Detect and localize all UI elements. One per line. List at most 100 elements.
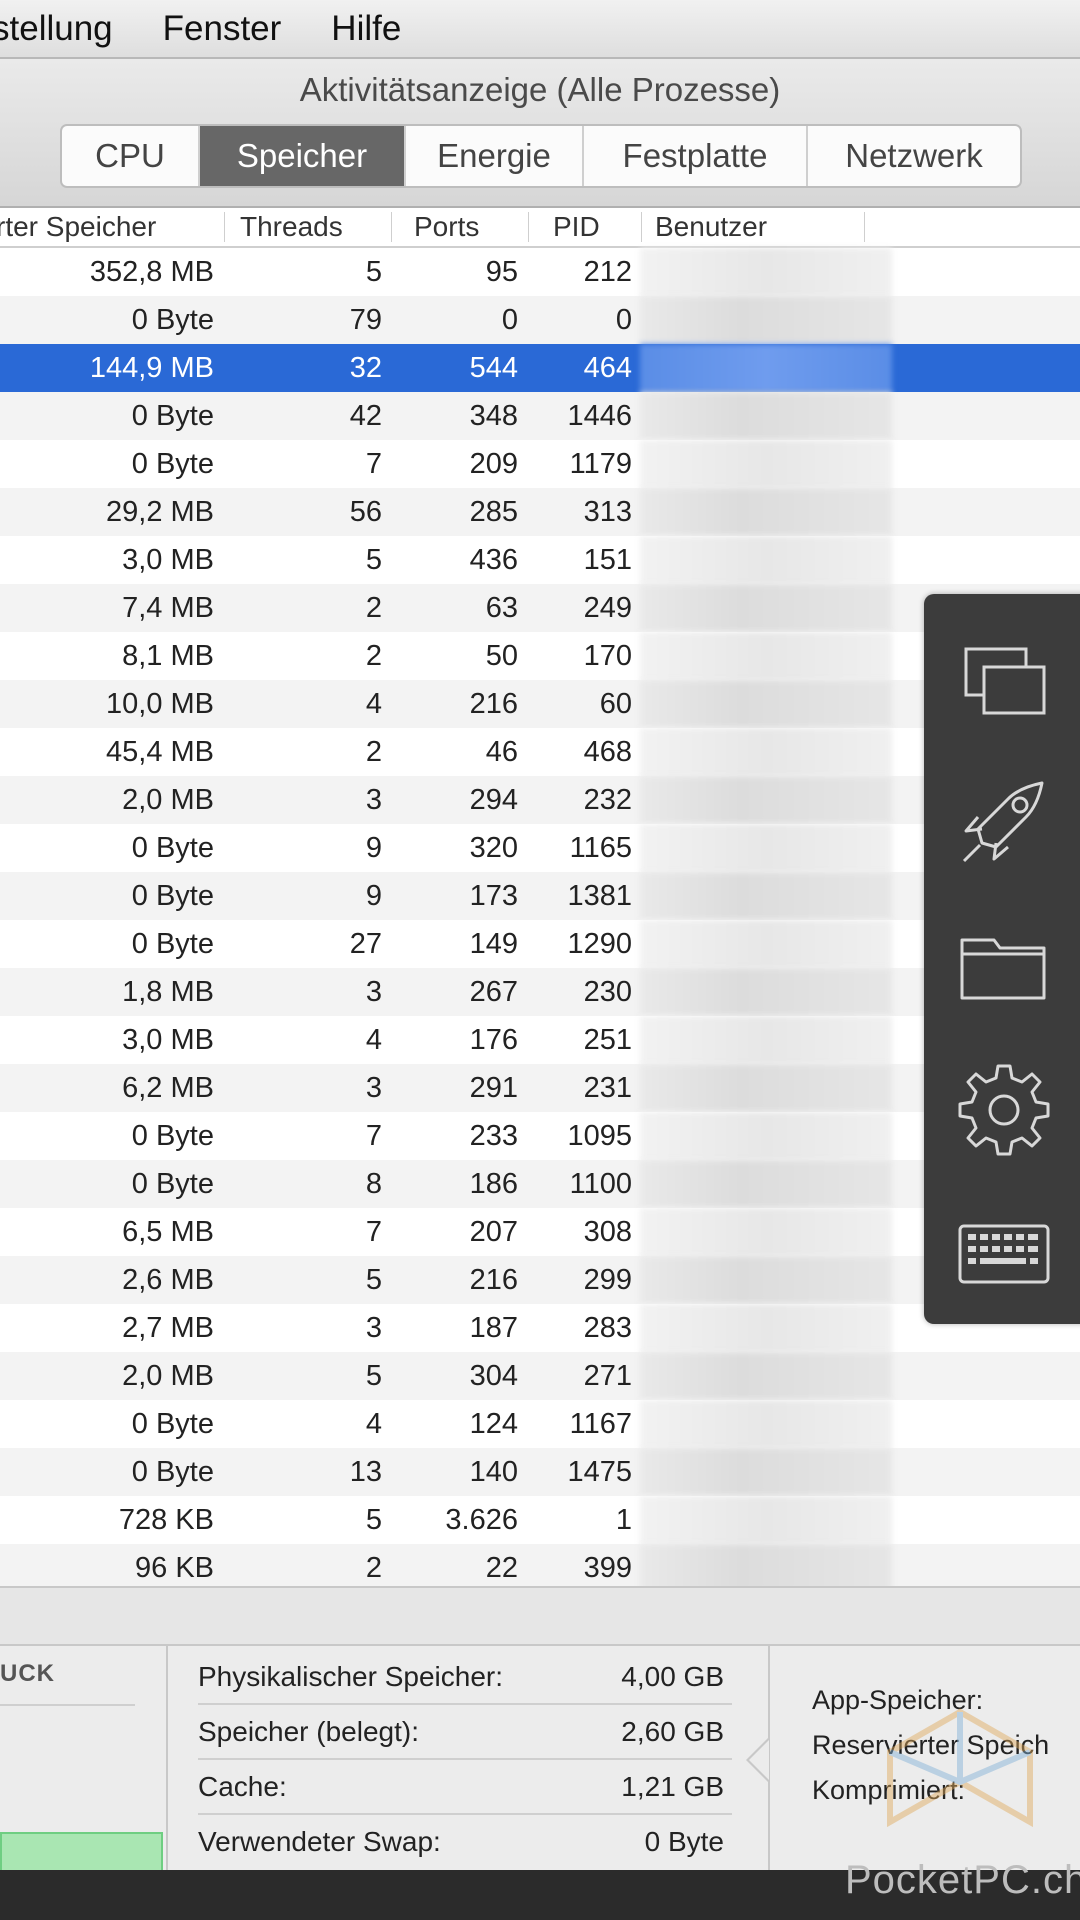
pid-cell: 308 (583, 1216, 632, 1248)
callout-arrow (749, 1740, 769, 1780)
pid-cell: 1290 (567, 928, 632, 960)
ports-cell: 216 (469, 688, 518, 720)
table-row[interactable]: 3,0 MB 5 436 151 (0, 536, 1080, 584)
user-cell-redacted (640, 344, 892, 392)
table-row[interactable]: 0 Byte 79 0 0 (0, 296, 1080, 344)
table-row[interactable]: 0 Byte 13 140 1475 (0, 1448, 1080, 1496)
memory-cell: 2,0 MB (122, 1360, 214, 1392)
table-row[interactable]: 6,5 MB 7 207 308 (0, 1208, 1080, 1256)
memory-stat-value: 0 Byte (644, 1826, 724, 1857)
memory-cell: 0 Byte (131, 400, 214, 432)
folder-icon[interactable] (952, 914, 1056, 1018)
table-row[interactable]: 0 Byte 8 186 1100 (0, 1160, 1080, 1208)
tab-speicher[interactable]: Speicher (200, 126, 406, 186)
ports-cell: 216 (469, 1264, 518, 1296)
column-separator[interactable] (224, 212, 225, 242)
ports-cell: 3.626 (445, 1504, 518, 1536)
keyboard-icon[interactable] (952, 1202, 1056, 1306)
table-row[interactable]: 0 Byte 9 173 1381 (0, 872, 1080, 920)
table-row[interactable]: 728 KB 5 3.626 1 (0, 1496, 1080, 1544)
pid-cell: 232 (583, 784, 632, 816)
memory-cell: 29,2 MB (106, 496, 214, 528)
table-row[interactable]: 3,0 MB 4 176 251 (0, 1016, 1080, 1064)
memory-stat-row: Speicher (belegt): 2,60 GB (198, 1705, 732, 1760)
pid-cell: 1 (615, 1504, 632, 1536)
table-row[interactable]: 10,0 MB 4 216 60 (0, 680, 1080, 728)
column-separator[interactable] (391, 212, 392, 242)
tab-energie[interactable]: Energie (406, 126, 584, 186)
table-row[interactable]: 7,4 MB 2 63 249 (0, 584, 1080, 632)
table-row[interactable]: 0 Byte 7 209 1179 (0, 440, 1080, 488)
column-header-ports[interactable]: Ports (414, 208, 479, 246)
column-header-memory[interactable]: rter Speicher (0, 208, 156, 246)
memory-stat-label: Cache: (198, 1771, 287, 1802)
table-row[interactable]: 6,2 MB 3 291 231 (0, 1064, 1080, 1112)
table-row[interactable]: 96 KB 2 22 399 (0, 1544, 1080, 1592)
column-separator[interactable] (864, 212, 865, 242)
table-row[interactable]: 352,8 MB 5 95 212 (0, 248, 1080, 296)
watermark-text: PocketPC.ch (845, 1858, 1080, 1902)
table-row[interactable]: 2,7 MB 3 187 283 (0, 1304, 1080, 1352)
table-row[interactable]: 0 Byte 42 348 1446 (0, 392, 1080, 440)
memory-cell: 3,0 MB (122, 544, 214, 576)
threads-cell: 79 (349, 304, 382, 336)
table-row[interactable]: 0 Byte 4 124 1167 (0, 1400, 1080, 1448)
column-header-threads[interactable]: Threads (240, 208, 343, 246)
pid-cell: 1381 (567, 880, 632, 912)
tab-festplatte[interactable]: Festplatte (584, 126, 808, 186)
pid-cell: 1475 (567, 1456, 632, 1488)
table-row[interactable]: 2,0 MB 5 304 271 (0, 1352, 1080, 1400)
column-header-user[interactable]: Benutzer (655, 208, 767, 246)
tab-cpu[interactable]: CPU (62, 126, 200, 186)
user-cell-redacted (640, 1064, 892, 1112)
ports-cell: 291 (469, 1072, 518, 1104)
ports-cell: 233 (469, 1120, 518, 1152)
memory-cell: 0 Byte (131, 1168, 214, 1200)
pid-cell: 1100 (569, 1168, 632, 1200)
threads-cell: 27 (349, 928, 382, 960)
column-header-pid[interactable]: PID (553, 208, 600, 246)
threads-cell: 7 (365, 1120, 382, 1152)
memory-cell: 0 Byte (131, 1456, 214, 1488)
threads-cell: 5 (365, 1360, 382, 1392)
ports-cell: 149 (469, 928, 518, 960)
table-row[interactable]: 1,8 MB 3 267 230 (0, 968, 1080, 1016)
table-row[interactable]: 8,1 MB 2 50 170 (0, 632, 1080, 680)
menu-item-darstellung[interactable]: stellung (0, 0, 113, 57)
memory-stat-row: Verwendeter Swap: 0 Byte (198, 1815, 732, 1868)
divider (166, 1644, 168, 1872)
memory-cell: 352,8 MB (89, 256, 214, 288)
table-row[interactable]: 0 Byte 9 320 1165 (0, 824, 1080, 872)
table-row[interactable]: 2,6 MB 5 216 299 (0, 1256, 1080, 1304)
table-body: 352,8 MB 5 95 212 0 Byte 79 0 0 144,9 MB 32 544 464… (0, 248, 1080, 1592)
table-row[interactable]: 0 Byte 7 233 1095 (0, 1112, 1080, 1160)
table-row[interactable]: 0 Byte 27 149 1290 (0, 920, 1080, 968)
memory-stat-label: Verwendeter Swap: (198, 1826, 441, 1857)
pid-cell: 249 (583, 592, 632, 624)
menu-item-fenster[interactable]: Fenster (163, 0, 282, 57)
window-title: Aktivitätsanzeige (Alle Prozesse) (299, 71, 781, 108)
table-row[interactable]: 2,0 MB 3 294 232 (0, 776, 1080, 824)
memory-cell: 96 KB (135, 1552, 214, 1584)
table-row[interactable]: 29,2 MB 56 285 313 (0, 488, 1080, 536)
user-cell-redacted (640, 1112, 892, 1160)
threads-cell: 5 (365, 1264, 382, 1296)
threads-cell: 42 (349, 400, 382, 432)
tab-netzwerk[interactable]: Netzwerk (808, 126, 1020, 186)
menu-bar: stellung Fenster Hilfe (0, 0, 1080, 59)
rocket-icon[interactable] (952, 769, 1056, 873)
memory-stats-table: Physikalischer Speicher: 4,00 GB Speiche… (198, 1650, 732, 1868)
windows-icon[interactable] (952, 629, 1056, 733)
table-row[interactable]: 144,9 MB 32 544 464 (0, 344, 1080, 392)
column-separator[interactable] (528, 212, 529, 242)
menu-item-hilfe[interactable]: Hilfe (331, 0, 401, 57)
memory-cell: 2,7 MB (122, 1312, 214, 1344)
ports-cell: 50 (485, 640, 518, 672)
table-row[interactable]: 45,4 MB 2 46 468 (0, 728, 1080, 776)
user-cell-redacted (640, 1256, 892, 1304)
pid-cell: 468 (583, 736, 632, 768)
column-separator[interactable] (641, 212, 642, 242)
pid-cell: 1167 (569, 1408, 632, 1440)
memory-stat-row: Cache: 1,21 GB (198, 1760, 732, 1815)
gear-icon[interactable] (952, 1056, 1056, 1160)
